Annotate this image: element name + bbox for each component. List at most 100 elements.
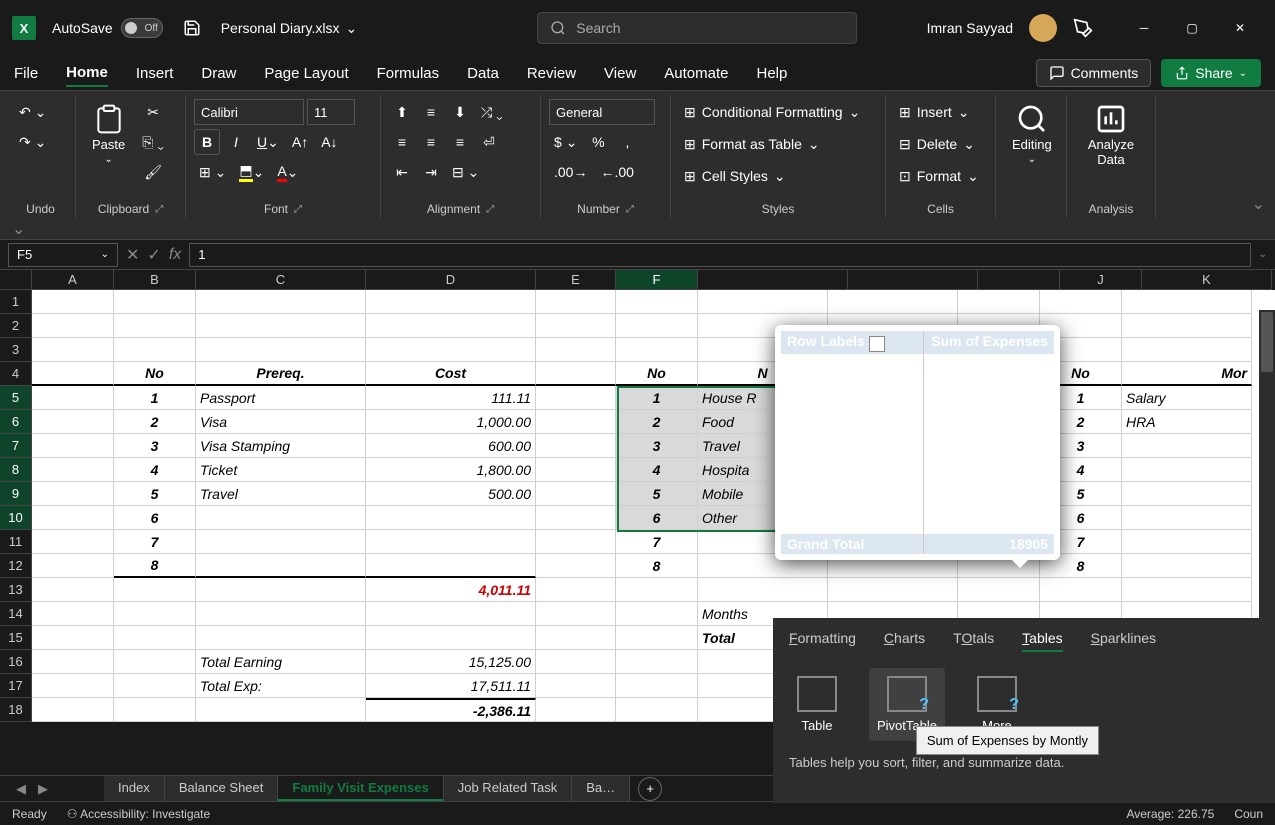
row-header-4[interactable]: 4 bbox=[0, 362, 32, 386]
cell-C12[interactable] bbox=[196, 554, 366, 578]
close-button[interactable]: ✕ bbox=[1217, 12, 1263, 44]
fx-icon[interactable]: fx bbox=[169, 246, 181, 264]
cell-K6[interactable]: HRA bbox=[1122, 410, 1252, 434]
cell-F15[interactable] bbox=[616, 626, 698, 650]
cell-A3[interactable] bbox=[32, 338, 114, 362]
panel-tab-sparklines[interactable]: Sparklines bbox=[1091, 630, 1156, 652]
cell-D17[interactable]: 17,511.11 bbox=[366, 674, 536, 698]
cell-E2[interactable] bbox=[536, 314, 616, 338]
pencil-icon[interactable] bbox=[1073, 18, 1093, 38]
increase-font-button[interactable]: A↑ bbox=[287, 129, 313, 155]
row-header-13[interactable]: 13 bbox=[0, 578, 32, 602]
maximize-button[interactable]: ▢ bbox=[1169, 12, 1215, 44]
cell-F18[interactable] bbox=[616, 698, 698, 722]
cell-K7[interactable] bbox=[1122, 434, 1252, 458]
format-as-table-button[interactable]: ⊞ Format as Table ⌄ bbox=[679, 131, 877, 157]
ribbon-collapse-icon[interactable]: ⌄ bbox=[1248, 190, 1269, 218]
decrease-decimal-button[interactable]: ←.00 bbox=[595, 159, 638, 185]
cell-B8[interactable]: 4 bbox=[114, 458, 196, 482]
font-size-input[interactable] bbox=[307, 99, 355, 125]
col-header-A[interactable]: A bbox=[32, 270, 114, 290]
cell-B7[interactable]: 3 bbox=[114, 434, 196, 458]
cell-E18[interactable] bbox=[536, 698, 616, 722]
cell-I13[interactable] bbox=[958, 578, 1040, 602]
cell-B18[interactable] bbox=[114, 698, 196, 722]
tab-data[interactable]: Data bbox=[467, 61, 499, 86]
tab-file[interactable]: File bbox=[14, 61, 38, 86]
cell-F12[interactable]: 8 bbox=[616, 554, 698, 578]
col-header-J[interactable]: J bbox=[1060, 270, 1142, 290]
cell-D6[interactable]: 1,000.00 bbox=[366, 410, 536, 434]
cell-H1[interactable] bbox=[828, 290, 958, 314]
avatar[interactable] bbox=[1029, 14, 1057, 42]
cell-B2[interactable] bbox=[114, 314, 196, 338]
cell-E4[interactable] bbox=[536, 362, 616, 386]
copy-button[interactable]: ⎘ ⌄ bbox=[137, 129, 169, 155]
cell-B14[interactable] bbox=[114, 602, 196, 626]
cell-B9[interactable]: 5 bbox=[114, 482, 196, 506]
bold-button[interactable]: B bbox=[194, 129, 220, 155]
tab-page-layout[interactable]: Page Layout bbox=[264, 61, 348, 86]
cell-E15[interactable] bbox=[536, 626, 616, 650]
col-header-B[interactable]: B bbox=[114, 270, 196, 290]
cell-D2[interactable] bbox=[366, 314, 536, 338]
cell-A12[interactable] bbox=[32, 554, 114, 578]
cell-B11[interactable]: 7 bbox=[114, 530, 196, 554]
delete-cells-button[interactable]: ⊟ Delete ⌄ bbox=[894, 131, 987, 157]
comma-button[interactable]: , bbox=[614, 129, 640, 155]
col-header-F[interactable]: F bbox=[616, 270, 698, 290]
italic-button[interactable]: I bbox=[223, 129, 249, 155]
paste-button[interactable]: Paste ⌄ bbox=[84, 99, 133, 169]
cell-I1[interactable] bbox=[958, 290, 1040, 314]
percent-button[interactable]: % bbox=[585, 129, 611, 155]
cell-D12[interactable] bbox=[366, 554, 536, 578]
cell-F11[interactable]: 7 bbox=[616, 530, 698, 554]
cell-K3[interactable] bbox=[1122, 338, 1252, 362]
number-launcher-icon[interactable]: ⤢ bbox=[626, 204, 634, 215]
cell-E6[interactable] bbox=[536, 410, 616, 434]
share-button[interactable]: Share ⌄ bbox=[1161, 59, 1261, 87]
format-painter-button[interactable]: 🖌 bbox=[137, 159, 169, 185]
cell-E10[interactable] bbox=[536, 506, 616, 530]
chevron-down-icon[interactable]: ⌄ bbox=[12, 219, 25, 239]
cell-E16[interactable] bbox=[536, 650, 616, 674]
cell-F2[interactable] bbox=[616, 314, 698, 338]
orientation-button[interactable]: ⤮ ⌄ bbox=[476, 99, 508, 125]
currency-button[interactable]: $ ⌄ bbox=[549, 129, 582, 155]
cell-B10[interactable]: 6 bbox=[114, 506, 196, 530]
cell-F9[interactable]: 5 bbox=[616, 482, 698, 506]
save-icon[interactable] bbox=[183, 19, 201, 37]
cell-B16[interactable] bbox=[114, 650, 196, 674]
panel-tab-totals[interactable]: TOtals bbox=[953, 630, 994, 652]
cell-K2[interactable] bbox=[1122, 314, 1252, 338]
cell-K1[interactable] bbox=[1122, 290, 1252, 314]
formula-input[interactable]: 1 bbox=[189, 243, 1250, 267]
cell-E13[interactable] bbox=[536, 578, 616, 602]
cell-B4[interactable]: No bbox=[114, 362, 196, 386]
cell-K9[interactable] bbox=[1122, 482, 1252, 506]
cell-C17[interactable]: Total Exp: bbox=[196, 674, 366, 698]
cell-D5[interactable]: 111.11 bbox=[366, 386, 536, 410]
cell-E8[interactable] bbox=[536, 458, 616, 482]
cell-E9[interactable] bbox=[536, 482, 616, 506]
underline-button[interactable]: U ⌄ bbox=[252, 129, 284, 155]
row-header-16[interactable]: 16 bbox=[0, 650, 32, 674]
col-header-K[interactable]: K bbox=[1142, 270, 1272, 290]
row-header-7[interactable]: 7 bbox=[0, 434, 32, 458]
prev-sheet-icon[interactable]: ◀ bbox=[16, 781, 26, 797]
cell-A2[interactable] bbox=[32, 314, 114, 338]
tab-automate[interactable]: Automate bbox=[664, 61, 728, 86]
col-header-C[interactable]: C bbox=[196, 270, 366, 290]
row-header-1[interactable]: 1 bbox=[0, 290, 32, 314]
cell-H13[interactable] bbox=[828, 578, 958, 602]
cell-B17[interactable] bbox=[114, 674, 196, 698]
cell-B6[interactable]: 2 bbox=[114, 410, 196, 434]
status-accessibility[interactable]: ⚇ Accessibility: Investigate bbox=[67, 807, 211, 821]
cell-J1[interactable] bbox=[1040, 290, 1122, 314]
cell-E3[interactable] bbox=[536, 338, 616, 362]
font-color-button[interactable]: A ⌄ bbox=[272, 159, 303, 185]
cell-A11[interactable] bbox=[32, 530, 114, 554]
cancel-formula-icon[interactable]: ✕ bbox=[126, 245, 139, 265]
analyze-data-button[interactable]: Analyze Data bbox=[1075, 99, 1147, 171]
font-name-input[interactable] bbox=[194, 99, 304, 125]
